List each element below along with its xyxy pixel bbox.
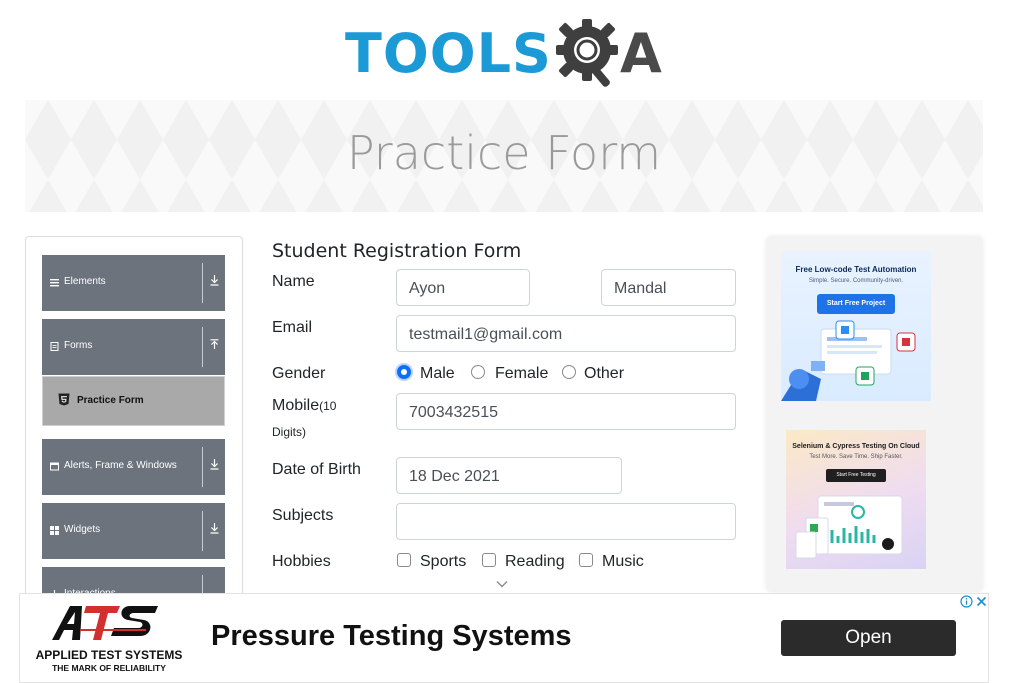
ad-cta-button[interactable]: Start Free Project bbox=[817, 294, 895, 314]
subjects-input[interactable] bbox=[396, 503, 736, 540]
sidebar-group-label: Widgets bbox=[64, 524, 101, 535]
close-icon[interactable] bbox=[975, 595, 988, 608]
sidebar-group-elements[interactable]: Elements bbox=[42, 255, 225, 311]
hobby-checkbox-sports[interactable] bbox=[397, 553, 411, 567]
email-label: Email bbox=[272, 319, 313, 336]
ad-open-button[interactable]: Open bbox=[781, 620, 956, 656]
side-ad-lowcode[interactable]: Free Low-code Test Automation Simple. Se… bbox=[781, 251, 931, 401]
ad-headline: Selenium & Cypress Testing On Cloud bbox=[792, 443, 920, 450]
bottom-ad-banner[interactable]: APPLIED TEST SYSTEMS THE MARK OF RELIABI… bbox=[19, 593, 989, 683]
hobby-checkbox-reading[interactable] bbox=[482, 553, 496, 567]
dob-label: Date of Birth bbox=[272, 461, 361, 478]
hobby-option-label[interactable]: Music bbox=[602, 553, 644, 571]
grid-icon bbox=[50, 526, 59, 535]
gender-radio-female[interactable] bbox=[471, 365, 485, 379]
side-ad-selenium-cypress[interactable]: Selenium & Cypress Testing On Cloud Test… bbox=[786, 430, 926, 569]
form-title: Student Registration Form bbox=[272, 240, 522, 262]
last-name-input[interactable]: Mandal bbox=[601, 269, 736, 306]
subjects-label: Subjects bbox=[272, 507, 334, 524]
toolsqa-logo[interactable]: TOOLS A bbox=[345, 16, 667, 90]
mobile-hint: (10 bbox=[319, 399, 337, 413]
divider bbox=[202, 511, 203, 551]
sidebar-item-practice-form[interactable]: Practice Form bbox=[42, 376, 225, 426]
name-label: Name bbox=[272, 273, 315, 290]
ad-illustration bbox=[781, 320, 916, 401]
download-arrow-icon bbox=[210, 459, 219, 470]
hobbies-label: Hobbies bbox=[272, 553, 331, 570]
ad-cta-button[interactable]: Start Free Testing bbox=[826, 469, 886, 482]
ad-subtext: Simple. Secure. Community-driven. bbox=[808, 278, 904, 284]
ats-logo-icon bbox=[52, 606, 158, 640]
gender-label: Gender bbox=[272, 365, 326, 382]
ad-headline: Pressure Testing Systems bbox=[211, 620, 572, 652]
window-icon bbox=[50, 462, 59, 471]
sidebar-group-forms[interactable]: Forms bbox=[42, 319, 225, 375]
date-of-birth-input[interactable]: 18 Dec 2021 bbox=[396, 457, 622, 494]
gender-option-label[interactable]: Other bbox=[584, 365, 624, 383]
ad-tagline: THE MARK OF RELIABILITY bbox=[52, 663, 166, 673]
logo-text-a: A bbox=[620, 22, 662, 85]
hamburger-icon bbox=[50, 279, 59, 287]
gender-option-label[interactable]: Male bbox=[420, 365, 455, 383]
mobile-input[interactable]: 7003432515 bbox=[396, 393, 736, 430]
sidebar-group-widgets[interactable]: Widgets bbox=[42, 503, 225, 559]
mobile-label: Mobile(10 bbox=[272, 397, 336, 415]
gear-magnifier-icon bbox=[556, 19, 618, 87]
mobile-hint-digits: Digits) bbox=[272, 423, 306, 441]
ad-headline: Free Low-code Test Automation bbox=[795, 265, 917, 274]
sidebar-group-label: Forms bbox=[64, 340, 93, 351]
sidebar-group-label: Elements bbox=[64, 276, 106, 287]
chevron-down-icon[interactable] bbox=[496, 578, 508, 590]
document-icon bbox=[50, 342, 59, 351]
first-name-input[interactable]: Ayon bbox=[396, 269, 530, 306]
hobby-option-label[interactable]: Reading bbox=[505, 553, 565, 571]
gender-option-label[interactable]: Female bbox=[495, 365, 548, 383]
page-title: Practice Form bbox=[346, 126, 662, 180]
left-sidebar: Elements Forms Practice Form Alerts, Fra… bbox=[25, 236, 243, 618]
email-input[interactable]: testmail1@gmail.com bbox=[396, 315, 736, 352]
ad-subtext: Test More. Save Time. Ship Faster. bbox=[809, 454, 903, 460]
hobby-option-label[interactable]: Sports bbox=[420, 553, 466, 571]
gender-radio-other[interactable] bbox=[562, 365, 576, 379]
sidebar-group-label: Alerts, Frame & Windows bbox=[64, 460, 177, 471]
page-banner: Practice Form bbox=[25, 100, 983, 212]
ad-brand-name: APPLIED TEST SYSTEMS bbox=[35, 648, 183, 662]
mobile-hint: Digits) bbox=[272, 425, 307, 439]
divider bbox=[202, 263, 203, 303]
sidebar-item-label: Practice Form bbox=[77, 395, 144, 406]
hobby-checkbox-music[interactable] bbox=[579, 553, 593, 567]
ad-info-icon[interactable] bbox=[960, 595, 973, 608]
download-arrow-icon bbox=[210, 275, 219, 286]
gender-radio-male[interactable] bbox=[397, 365, 411, 379]
download-arrow-icon bbox=[210, 523, 219, 534]
ad-illustration bbox=[795, 495, 903, 559]
sidebar-group-alerts[interactable]: Alerts, Frame & Windows bbox=[42, 439, 225, 495]
logo-text-tools: TOOLS bbox=[345, 22, 552, 85]
html5-icon bbox=[58, 393, 70, 406]
mobile-label-text: Mobile bbox=[272, 397, 320, 414]
upload-arrow-icon bbox=[210, 339, 219, 349]
divider bbox=[202, 447, 203, 487]
divider bbox=[202, 327, 203, 367]
